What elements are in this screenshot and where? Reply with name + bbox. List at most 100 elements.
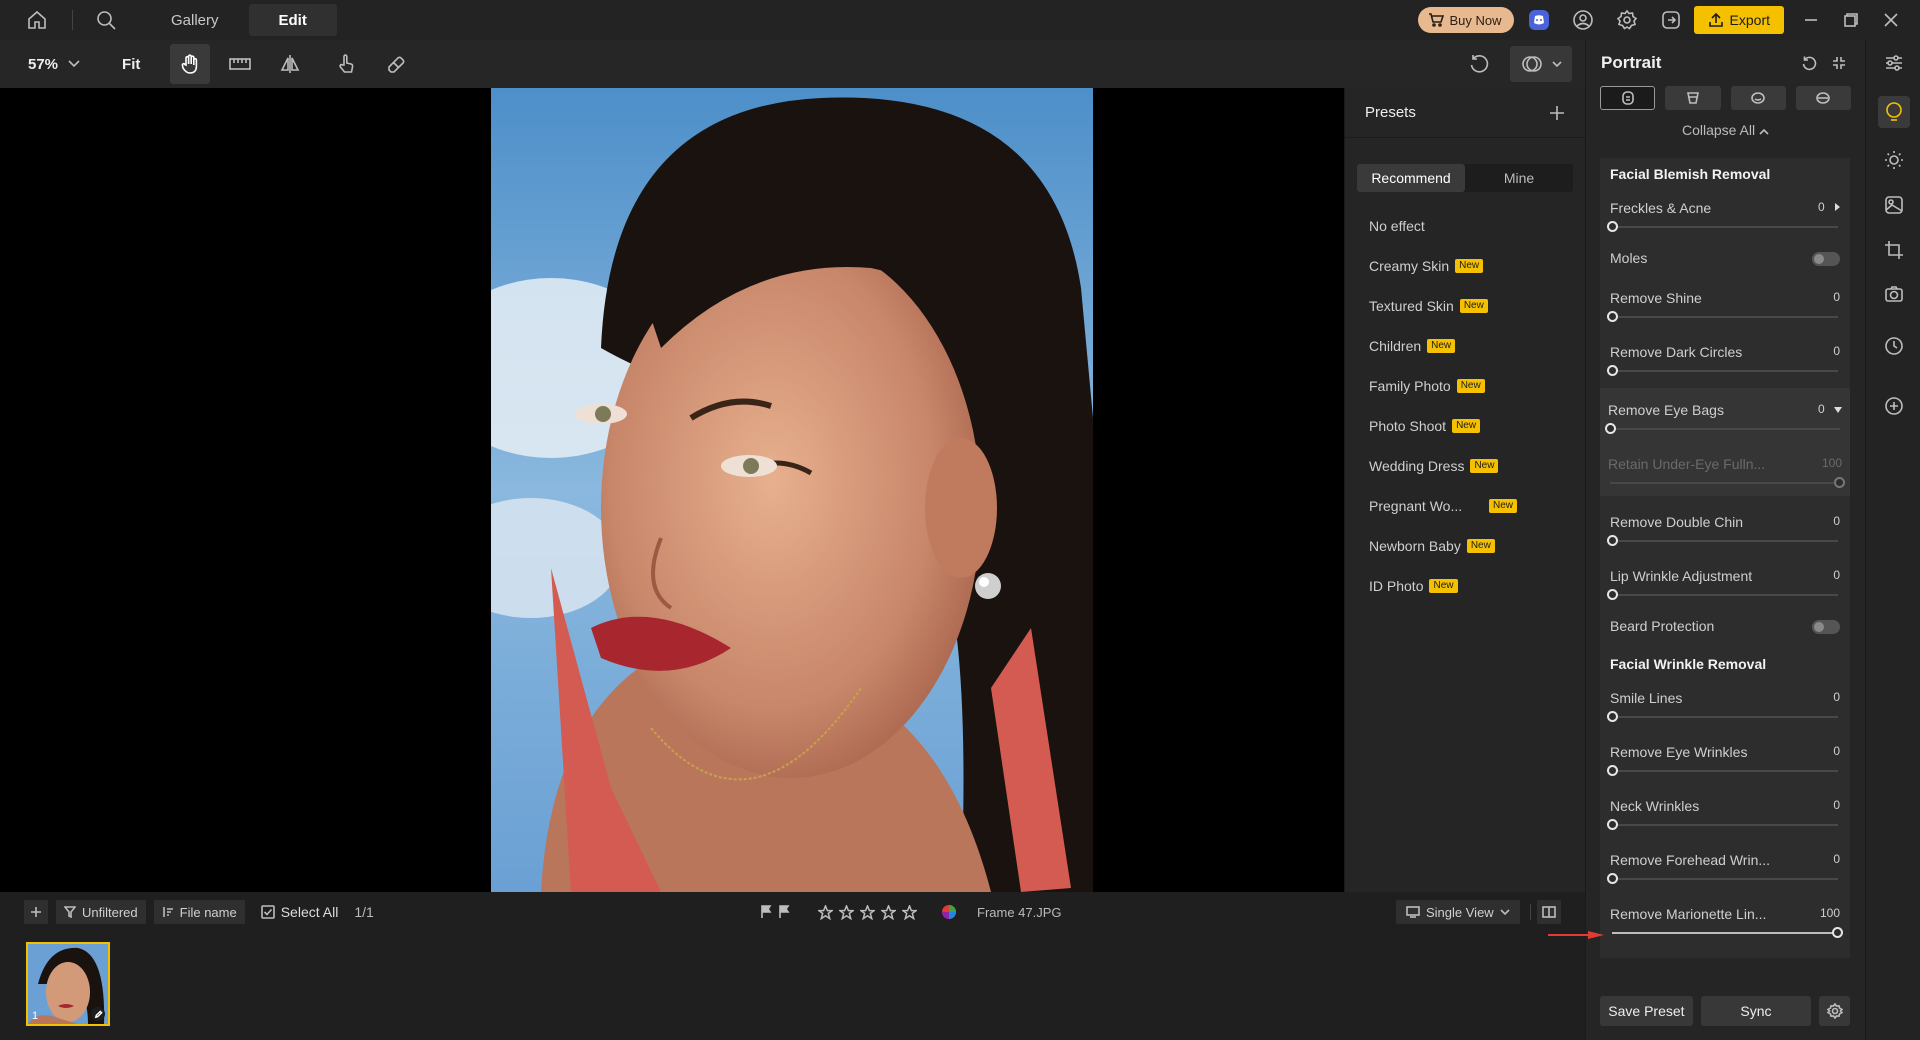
slider-track[interactable]: [1612, 226, 1838, 228]
sync-settings-button[interactable]: [1819, 996, 1850, 1026]
add-photo-button[interactable]: [24, 900, 48, 924]
collapse-all-button[interactable]: Collapse All: [1586, 122, 1865, 142]
slider-track[interactable]: [1610, 428, 1840, 430]
image-canvas[interactable]: [0, 88, 1344, 892]
slider-knob[interactable]: [1607, 765, 1618, 776]
caret-right-icon[interactable]: [1834, 203, 1840, 211]
reset-icon[interactable]: [1801, 55, 1817, 71]
star-icon[interactable]: [818, 904, 833, 920]
touch-tool-button[interactable]: [326, 44, 366, 84]
save-preset-button[interactable]: Save Preset: [1600, 996, 1693, 1026]
remove-dark-circles-slider[interactable]: Remove Dark Circles 0: [1600, 330, 1850, 384]
slider-track[interactable]: [1612, 878, 1838, 880]
color-label-icon[interactable]: [941, 904, 957, 920]
portrait-tool-button[interactable]: [1878, 96, 1910, 128]
preset-creamy-skin[interactable]: Creamy Skin New: [1345, 246, 1585, 286]
tab-face-skin[interactable]: [1600, 86, 1656, 110]
star-icon[interactable]: [839, 904, 854, 920]
minimize-icon[interactable]: [1804, 13, 1818, 27]
home-icon[interactable]: [26, 9, 48, 31]
reset-icon[interactable]: [1468, 53, 1490, 75]
slider-track[interactable]: [1612, 540, 1838, 542]
preset-textured-skin[interactable]: Textured Skin New: [1345, 286, 1585, 326]
light-tool-button[interactable]: [1878, 144, 1910, 176]
reject-flag-icon[interactable]: [778, 905, 790, 919]
preset-wedding-dress[interactable]: Wedding Dress New: [1345, 446, 1585, 486]
slider-knob[interactable]: [1607, 873, 1618, 884]
preset-family-photo[interactable]: Family Photo New: [1345, 366, 1585, 406]
single-view-dropdown[interactable]: Single View: [1396, 900, 1520, 924]
retain-under-eye-slider[interactable]: Retain Under-Eye Fulln... 100: [1600, 442, 1850, 496]
hand-tool-button[interactable]: [170, 44, 211, 84]
compare-view-button[interactable]: [1510, 46, 1572, 82]
slider-knob[interactable]: [1607, 819, 1618, 830]
restore-icon[interactable]: [1844, 13, 1858, 27]
smile-lines-slider[interactable]: Smile Lines 0: [1600, 676, 1850, 730]
zoom-dropdown[interactable]: 57%: [28, 56, 80, 73]
remove-eye-wrinkles-slider[interactable]: Remove Eye Wrinkles 0: [1600, 730, 1850, 784]
select-all-checkbox[interactable]: Select All: [260, 904, 338, 920]
slider-knob[interactable]: [1607, 535, 1618, 546]
remove-forehead-wrinkles-slider[interactable]: Remove Forehead Wrin... 0: [1600, 838, 1850, 892]
beard-protection-toggle[interactable]: [1812, 620, 1840, 634]
remove-shine-slider[interactable]: Remove Shine 0: [1600, 276, 1850, 330]
close-icon[interactable]: [1884, 13, 1898, 27]
preset-pregnant-woman[interactable]: Pregnant Wo... New: [1345, 486, 1585, 526]
remove-eye-bags-slider[interactable]: Remove Eye Bags 0: [1600, 388, 1850, 442]
eraser-tool-button[interactable]: [376, 44, 416, 84]
sort-dropdown[interactable]: File name: [153, 900, 245, 924]
slider-knob[interactable]: [1834, 477, 1845, 488]
export-button[interactable]: Export: [1693, 6, 1784, 34]
flip-tool-button[interactable]: [270, 44, 310, 84]
tab-gallery[interactable]: Gallery: [141, 4, 249, 36]
photo-thumbnail[interactable]: 1: [26, 942, 110, 1026]
moles-toggle[interactable]: [1812, 252, 1840, 266]
background-tool-button[interactable]: [1878, 189, 1910, 221]
slider-track[interactable]: [1612, 370, 1838, 372]
filter-dropdown[interactable]: Unfiltered: [56, 900, 146, 924]
caret-down-icon[interactable]: [1834, 407, 1842, 413]
lip-wrinkle-slider[interactable]: Lip Wrinkle Adjustment 0: [1600, 554, 1850, 608]
settings-icon[interactable]: [1616, 9, 1638, 31]
neck-wrinkles-slider[interactable]: Neck Wrinkles 0: [1600, 784, 1850, 838]
tab-edit[interactable]: Edit: [248, 4, 337, 36]
slider-track[interactable]: [1612, 770, 1838, 772]
slider-track[interactable]: [1610, 482, 1840, 484]
tab-face-shape[interactable]: [1730, 86, 1786, 110]
preset-children[interactable]: Children New: [1345, 326, 1585, 366]
plus-icon[interactable]: [1549, 105, 1565, 121]
star-icon[interactable]: [902, 904, 917, 920]
segment-recommend[interactable]: Recommend: [1357, 164, 1465, 192]
preset-id-photo[interactable]: ID Photo New: [1345, 566, 1585, 606]
sync-button[interactable]: Sync: [1700, 996, 1812, 1026]
flag-icon[interactable]: [760, 905, 772, 919]
tab-body[interactable]: [1665, 86, 1721, 110]
remove-marionette-lines-slider[interactable]: Remove Marionette Lin... 100: [1600, 892, 1850, 946]
remove-double-chin-slider[interactable]: Remove Double Chin 0: [1600, 500, 1850, 554]
slider-knob[interactable]: [1832, 927, 1843, 938]
preset-no-effect[interactable]: No effect: [1345, 206, 1585, 246]
add-tool-button[interactable]: [1878, 390, 1910, 422]
compare-tool-button[interactable]: [220, 44, 260, 84]
fit-button[interactable]: Fit: [122, 56, 140, 73]
star-icon[interactable]: [881, 904, 896, 920]
tab-makeup[interactable]: [1795, 86, 1851, 110]
slider-knob[interactable]: [1607, 589, 1618, 600]
split-view-button[interactable]: [1537, 900, 1561, 924]
slider-track[interactable]: [1612, 316, 1838, 318]
collapse-panel-icon[interactable]: [1831, 55, 1847, 71]
preset-photo-shoot[interactable]: Photo Shoot New: [1345, 406, 1585, 446]
preset-newborn-baby[interactable]: Newborn Baby New: [1345, 526, 1585, 566]
discord-icon[interactable]: [1528, 9, 1550, 31]
slider-knob[interactable]: [1607, 221, 1618, 232]
import-icon[interactable]: [1660, 9, 1682, 31]
crop-tool-button[interactable]: [1878, 234, 1910, 266]
slider-track[interactable]: [1612, 594, 1838, 596]
segment-mine[interactable]: Mine: [1465, 164, 1573, 192]
buy-now-button[interactable]: Buy Now: [1417, 7, 1514, 33]
slider-knob[interactable]: [1605, 423, 1616, 434]
slider-knob[interactable]: [1607, 711, 1618, 722]
history-button[interactable]: [1878, 330, 1910, 362]
slider-knob[interactable]: [1607, 365, 1618, 376]
camera-tool-button[interactable]: [1878, 278, 1910, 310]
